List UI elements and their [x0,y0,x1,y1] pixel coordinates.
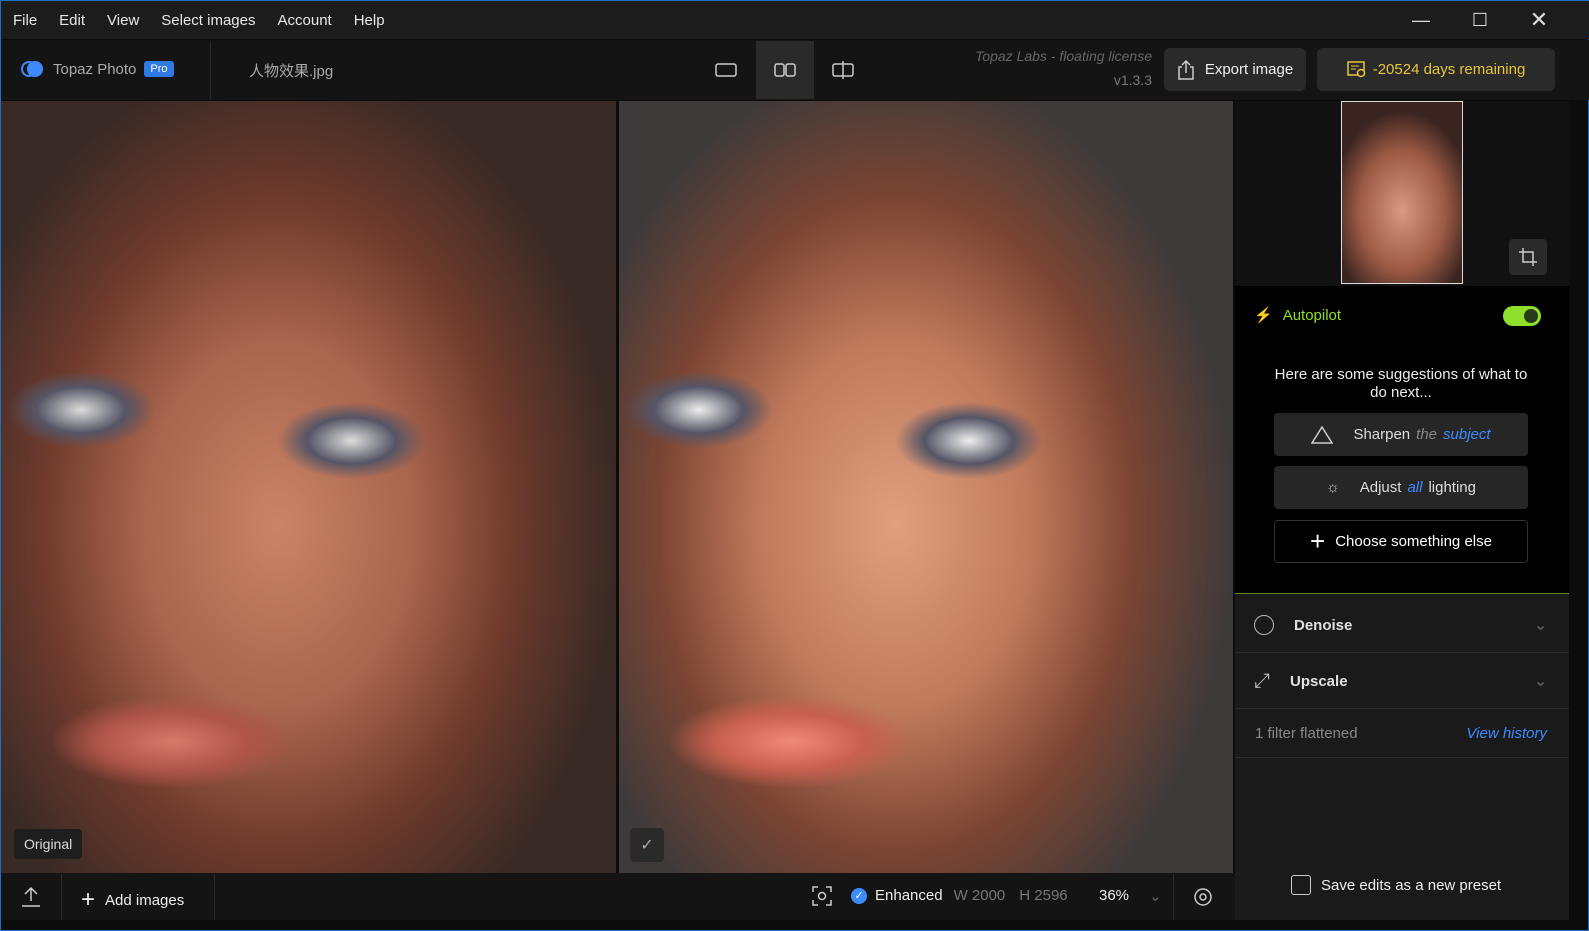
check-icon[interactable]: ✓ [630,828,664,862]
lightning-icon: ⚡ [1254,307,1273,324]
menu-select-images[interactable]: Select images [150,12,266,29]
view-status: ✓ Enhanced W 2000 H 2596 [851,887,1068,904]
triangle-icon [1311,425,1334,444]
app-name: Topaz Photo [53,60,137,78]
side-by-side-icon [774,63,796,77]
export-label: Export image [1204,61,1294,78]
menu-file[interactable]: File [1,12,48,29]
pro-badge: Pro [144,61,174,77]
menu-bar: File Edit View Select images Account Hel… [1,1,1589,39]
crop-button[interactable] [1509,239,1547,275]
denoise-filter[interactable]: Denoise ⌄ [1235,598,1569,653]
sharpen-the: the [1416,426,1438,443]
upscale-icon: ⤢ [1254,669,1270,692]
license-text: Topaz Labs - floating license [975,48,1152,64]
save-preset-button[interactable]: Save edits as a new preset [1291,875,1501,895]
autopilot-toggle[interactable] [1503,306,1541,326]
enhanced-image[interactable]: ✓ [619,101,1233,873]
single-view-icon [715,63,737,77]
choose-something-else-button[interactable]: + Choose something else [1274,520,1528,563]
image-height: H 2596 [1019,887,1068,904]
certificate-icon [1346,60,1365,77]
zoom-value: 36% [1099,887,1130,904]
split-view-button[interactable] [814,41,872,99]
chevron-down-icon: ⌄ [1534,617,1547,634]
choose-else-label: Choose something else [1335,533,1492,550]
autopilot-title: Autopilot [1282,306,1342,324]
chevron-down-icon: ⌄ [1149,888,1162,905]
menu-edit[interactable]: Edit [48,12,96,29]
divider [1235,757,1569,758]
license-days-button[interactable]: -20524 days remaining [1317,48,1555,91]
sharpen-label: Sharpen [1353,426,1411,443]
crop-icon [1519,248,1537,266]
snapshot-icon[interactable] [811,885,833,912]
divider [214,874,215,920]
adjust-lighting-button[interactable]: ☼ Adjust all lighting [1274,466,1528,509]
topaz-logo-icon [21,61,43,77]
zoom-select[interactable]: 36% ⌄ [1099,887,1162,905]
single-view-button[interactable] [697,41,755,99]
export-icon [1178,59,1194,80]
denoise-icon [1254,615,1274,635]
menu-help[interactable]: Help [343,12,396,29]
menu-view[interactable]: View [96,12,150,29]
sharpen-subject: subject [1443,426,1491,443]
split-view-icon [832,61,854,79]
minimize-button[interactable]: — [1392,1,1450,39]
divider [1173,874,1174,920]
upscale-filter[interactable]: ⤢ Upscale ⌄ [1235,654,1569,709]
days-remaining: -20524 days remaining [1372,61,1526,78]
sharpen-subject-button[interactable]: Sharpen the subject [1274,413,1528,456]
adjust-label: Adjust [1359,479,1402,496]
upscale-label: Upscale [1290,672,1348,690]
side-by-side-view-button[interactable] [756,41,814,99]
history-status: 1 filter flattened [1255,725,1358,742]
maximize-button[interactable]: ☐ [1451,1,1509,39]
upload-icon[interactable] [19,885,43,914]
eye-icon[interactable] [1192,887,1214,912]
adjust-all: all [1407,479,1423,496]
divider [210,41,211,99]
view-history-link[interactable]: View history [1466,725,1547,742]
image-width: W 2000 [953,887,1006,904]
enhanced-check-icon: ✓ [851,887,867,904]
adjust-lighting: lighting [1428,479,1476,496]
menu-account[interactable]: Account [267,12,343,29]
version-text: v1.3.3 [1113,72,1152,88]
close-button[interactable]: ✕ [1510,1,1568,39]
autopilot-header: ⚡ Autopilot [1254,306,1342,325]
app-logo: Topaz Photo Pro [21,60,174,78]
divider [61,874,62,920]
mode-label: Enhanced [875,887,943,904]
save-preset-label: Save edits as a new preset [1321,876,1502,894]
suggestions-prompt: Here are some suggestions of what to do … [1274,366,1528,401]
plus-icon: + [1310,526,1326,556]
add-images-button[interactable]: + Add images [81,886,184,914]
denoise-label: Denoise [1294,616,1353,634]
file-name: 人物效果.jpg [249,63,334,80]
lighting-icon: ☼ [1325,479,1340,496]
preset-icon [1291,875,1311,895]
export-image-button[interactable]: Export image [1164,48,1306,91]
add-images-label: Add images [105,891,185,909]
chevron-down-icon: ⌄ [1534,673,1547,690]
original-image[interactable]: Original [1,101,616,873]
navigator-thumbnail[interactable] [1341,101,1463,284]
plus-icon: + [81,886,96,913]
original-label: Original [14,829,83,859]
